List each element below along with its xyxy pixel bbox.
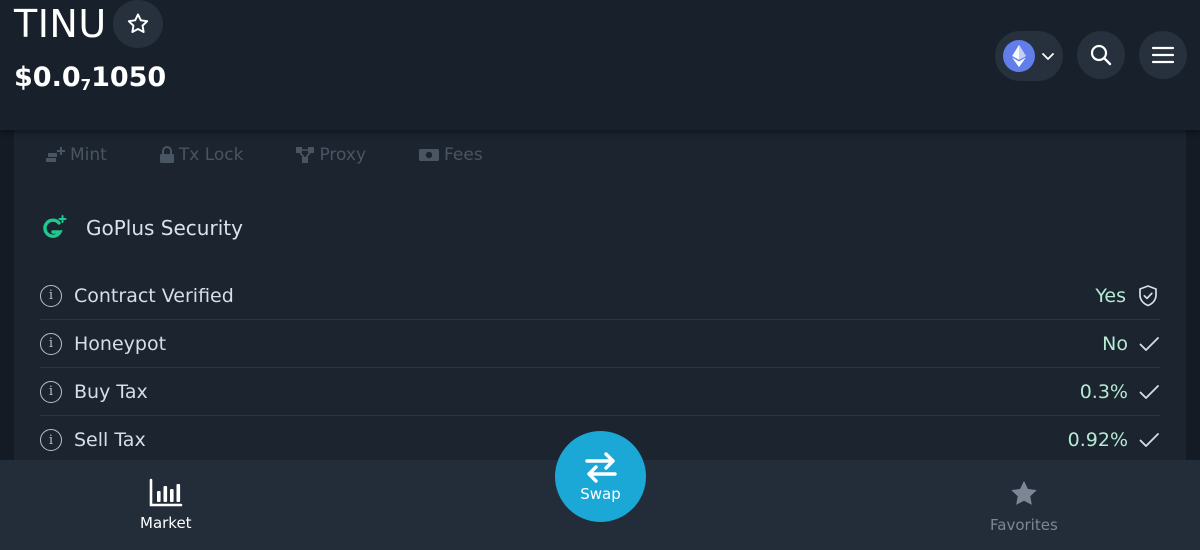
swap-label: Swap	[580, 484, 621, 503]
ethereum-icon	[1003, 40, 1035, 72]
security-panel: Mint Tx Lock Proxy Fees GoPlus Security …	[14, 130, 1186, 460]
check-value: No	[1102, 332, 1128, 355]
proxy-icon	[296, 147, 315, 163]
fees-icon	[419, 149, 440, 161]
check-label: Honeypot	[74, 332, 167, 355]
check-label: Contract Verified	[74, 284, 234, 307]
check-row-honeypot: i Honeypot No	[40, 320, 1160, 368]
favorite-button[interactable]	[113, 0, 163, 48]
check-value: 0.3%	[1079, 380, 1128, 403]
token-price: $0.071050	[14, 62, 167, 94]
nav-favorites[interactable]: Favorites	[990, 478, 1058, 534]
token-name: TINU	[14, 2, 107, 46]
shield-check-icon	[1139, 284, 1157, 306]
check-icon	[1139, 384, 1159, 399]
info-icon[interactable]: i	[40, 332, 62, 355]
goplus-logo-icon	[43, 215, 67, 238]
swap-arrows-icon	[584, 451, 617, 483]
info-icon[interactable]: i	[40, 429, 62, 451]
info-icon[interactable]: i	[40, 380, 62, 403]
menu-button[interactable]	[1139, 31, 1187, 79]
info-icon[interactable]: i	[40, 284, 62, 307]
search-icon	[1090, 44, 1112, 66]
check-row-contract-verified: i Contract Verified Yes	[40, 272, 1160, 320]
contract-tabs: Mint Tx Lock Proxy Fees	[44, 144, 535, 166]
price-zero-count: 7	[80, 76, 92, 94]
chain-selector[interactable]	[995, 31, 1063, 81]
check-row-buy-tax: i Buy Tax 0.3%	[40, 368, 1160, 416]
star-outline-icon	[127, 13, 149, 33]
check-value: 0.92%	[1067, 429, 1128, 451]
mint-icon	[46, 147, 65, 162]
nav-favorites-label: Favorites	[990, 516, 1058, 534]
tab-tx-lock[interactable]: Tx Lock	[159, 145, 243, 165]
check-icon	[1139, 336, 1159, 351]
search-button[interactable]	[1077, 31, 1125, 79]
check-icon	[1139, 433, 1159, 447]
nav-market-label: Market	[140, 514, 192, 532]
check-label: Sell Tax	[74, 429, 146, 451]
check-value: Yes	[1095, 284, 1126, 307]
tab-mint[interactable]: Mint	[44, 144, 107, 166]
nav-market[interactable]: Market	[140, 478, 192, 532]
hamburger-menu-icon	[1151, 46, 1175, 64]
check-label: Buy Tax	[74, 380, 148, 403]
lock-icon	[159, 146, 174, 163]
goplus-security-header: GoPlus Security	[40, 214, 243, 242]
tab-fees[interactable]: Fees	[418, 145, 483, 165]
goplus-title: GoPlus Security	[86, 216, 243, 240]
bar-chart-icon	[149, 478, 183, 507]
tab-proxy[interactable]: Proxy	[295, 145, 366, 165]
star-filled-icon	[1011, 480, 1037, 505]
swap-button[interactable]: Swap	[555, 431, 646, 522]
chevron-down-icon	[1042, 53, 1054, 60]
token-header: TINU $0.071050	[0, 0, 1200, 130]
